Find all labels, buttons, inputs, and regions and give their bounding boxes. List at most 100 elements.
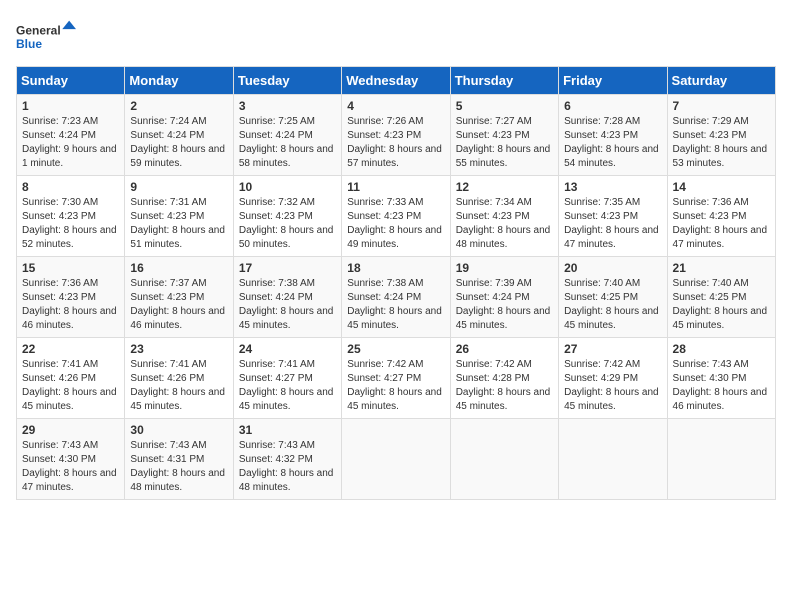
day-number: 20 (564, 261, 661, 275)
calendar-cell (342, 419, 450, 500)
logo: General Blue (16, 16, 76, 56)
day-info: Sunrise: 7:41 AMSunset: 4:27 PMDaylight:… (239, 359, 334, 412)
calendar-cell: 20 Sunrise: 7:40 AMSunset: 4:25 PMDayligh… (559, 257, 667, 338)
day-number: 7 (673, 99, 770, 113)
svg-text:General: General (16, 23, 61, 37)
day-info: Sunrise: 7:23 AMSunset: 4:24 PMDaylight:… (22, 116, 117, 169)
calendar-week-4: 22 Sunrise: 7:41 AMSunset: 4:26 PMDayligh… (17, 338, 776, 419)
header-monday: Monday (125, 67, 233, 95)
day-number: 1 (22, 99, 119, 113)
calendar-cell: 22 Sunrise: 7:41 AMSunset: 4:26 PMDayligh… (17, 338, 125, 419)
day-number: 14 (673, 180, 770, 194)
day-info: Sunrise: 7:42 AMSunset: 4:28 PMDaylight:… (456, 359, 551, 412)
calendar-cell: 7 Sunrise: 7:29 AMSunset: 4:23 PMDaylight… (667, 95, 775, 176)
calendar-cell: 18Sunrise: 7:38 AMSunset: 4:24 PMDayligh… (342, 257, 450, 338)
day-info: Sunrise: 7:29 AMSunset: 4:23 PMDaylight:… (673, 116, 768, 169)
calendar-cell: 23 Sunrise: 7:41 AMSunset: 4:26 PMDayligh… (125, 338, 233, 419)
day-number: 8 (22, 180, 119, 194)
day-info: Sunrise: 7:26 AMSunset: 4:23 PMDaylight:… (347, 116, 442, 169)
day-number: 15 (22, 261, 119, 275)
calendar-cell: 19Sunrise: 7:39 AMSunset: 4:24 PMDayligh… (450, 257, 558, 338)
calendar-cell: 15 Sunrise: 7:36 AMSunset: 4:23 PMDayligh… (17, 257, 125, 338)
day-number: 13 (564, 180, 661, 194)
header: General Blue (16, 16, 776, 56)
calendar-cell: 4 Sunrise: 7:26 AMSunset: 4:23 PMDaylight… (342, 95, 450, 176)
day-number: 3 (239, 99, 336, 113)
day-number: 17 (239, 261, 336, 275)
day-number: 4 (347, 99, 444, 113)
calendar-cell: 2 Sunrise: 7:24 AMSunset: 4:24 PMDaylight… (125, 95, 233, 176)
header-tuesday: Tuesday (233, 67, 341, 95)
calendar-cell: 17 Sunrise: 7:38 AMSunset: 4:24 PMDayligh… (233, 257, 341, 338)
calendar-cell (450, 419, 558, 500)
day-number: 31 (239, 423, 336, 437)
calendar-cell: 10Sunrise: 7:32 AMSunset: 4:23 PMDayligh… (233, 176, 341, 257)
calendar-cell: 13 Sunrise: 7:35 AMSunset: 4:23 PMDayligh… (559, 176, 667, 257)
day-info: Sunrise: 7:42 AMSunset: 4:29 PMDaylight:… (564, 359, 659, 412)
day-number: 2 (130, 99, 227, 113)
calendar-week-1: 1 Sunrise: 7:23 AMSunset: 4:24 PMDaylight… (17, 95, 776, 176)
calendar-cell: 14 Sunrise: 7:36 AMSunset: 4:23 PMDayligh… (667, 176, 775, 257)
day-info: Sunrise: 7:43 AMSunset: 4:32 PMDaylight:… (239, 440, 334, 493)
svg-text:Blue: Blue (16, 37, 42, 51)
day-number: 23 (130, 342, 227, 356)
day-info: Sunrise: 7:24 AMSunset: 4:24 PMDaylight:… (130, 116, 225, 169)
calendar-cell: 5 Sunrise: 7:27 AMSunset: 4:23 PMDaylight… (450, 95, 558, 176)
day-number: 18 (347, 261, 444, 275)
day-info: Sunrise: 7:38 AMSunset: 4:24 PMDaylight:… (239, 278, 334, 331)
day-info: Sunrise: 7:34 AMSunset: 4:23 PMDaylight:… (456, 197, 551, 250)
header-thursday: Thursday (450, 67, 558, 95)
day-number: 22 (22, 342, 119, 356)
day-number: 27 (564, 342, 661, 356)
calendar-week-5: 29Sunrise: 7:43 AMSunset: 4:30 PMDayligh… (17, 419, 776, 500)
calendar-cell: 28Sunrise: 7:43 AMSunset: 4:30 PMDayligh… (667, 338, 775, 419)
day-info: Sunrise: 7:43 AMSunset: 4:31 PMDaylight:… (130, 440, 225, 493)
day-number: 28 (673, 342, 770, 356)
day-info: Sunrise: 7:32 AMSunset: 4:23 PMDaylight:… (239, 197, 334, 250)
day-number: 29 (22, 423, 119, 437)
day-info: Sunrise: 7:25 AMSunset: 4:24 PMDaylight:… (239, 116, 334, 169)
day-info: Sunrise: 7:41 AMSunset: 4:26 PMDaylight:… (22, 359, 117, 412)
calendar-cell: 12Sunrise: 7:34 AMSunset: 4:23 PMDayligh… (450, 176, 558, 257)
calendar-cell: 11 Sunrise: 7:33 AMSunset: 4:23 PMDayligh… (342, 176, 450, 257)
calendar-cell (667, 419, 775, 500)
day-info: Sunrise: 7:40 AMSunset: 4:25 PMDaylight:… (564, 278, 659, 331)
calendar-cell: 1 Sunrise: 7:23 AMSunset: 4:24 PMDaylight… (17, 95, 125, 176)
calendar-cell (559, 419, 667, 500)
day-info: Sunrise: 7:28 AMSunset: 4:23 PMDaylight:… (564, 116, 659, 169)
day-info: Sunrise: 7:33 AMSunset: 4:23 PMDaylight:… (347, 197, 442, 250)
day-number: 25 (347, 342, 444, 356)
calendar-cell: 31 Sunrise: 7:43 AMSunset: 4:32 PMDayligh… (233, 419, 341, 500)
header-wednesday: Wednesday (342, 67, 450, 95)
calendar-week-2: 8 Sunrise: 7:30 AMSunset: 4:23 PMDaylight… (17, 176, 776, 257)
day-number: 11 (347, 180, 444, 194)
logo-svg: General Blue (16, 16, 76, 56)
calendar-cell: 3 Sunrise: 7:25 AMSunset: 4:24 PMDaylight… (233, 95, 341, 176)
day-info: Sunrise: 7:36 AMSunset: 4:23 PMDaylight:… (22, 278, 117, 331)
day-number: 24 (239, 342, 336, 356)
day-number: 9 (130, 180, 227, 194)
day-info: Sunrise: 7:36 AMSunset: 4:23 PMDaylight:… (673, 197, 768, 250)
calendar-week-3: 15 Sunrise: 7:36 AMSunset: 4:23 PMDayligh… (17, 257, 776, 338)
calendar: SundayMondayTuesdayWednesdayThursdayFrid… (16, 66, 776, 500)
day-number: 26 (456, 342, 553, 356)
day-number: 16 (130, 261, 227, 275)
day-info: Sunrise: 7:42 AMSunset: 4:27 PMDaylight:… (347, 359, 442, 412)
calendar-cell: 9Sunrise: 7:31 AMSunset: 4:23 PMDaylight… (125, 176, 233, 257)
day-info: Sunrise: 7:37 AMSunset: 4:23 PMDaylight:… (130, 278, 225, 331)
calendar-cell: 16 Sunrise: 7:37 AMSunset: 4:23 PMDayligh… (125, 257, 233, 338)
day-info: Sunrise: 7:30 AMSunset: 4:23 PMDaylight:… (22, 197, 117, 250)
calendar-cell: 6Sunrise: 7:28 AMSunset: 4:23 PMDaylight… (559, 95, 667, 176)
day-number: 5 (456, 99, 553, 113)
calendar-header-row: SundayMondayTuesdayWednesdayThursdayFrid… (17, 67, 776, 95)
day-info: Sunrise: 7:41 AMSunset: 4:26 PMDaylight:… (130, 359, 225, 412)
calendar-cell: 26 Sunrise: 7:42 AMSunset: 4:28 PMDayligh… (450, 338, 558, 419)
day-info: Sunrise: 7:35 AMSunset: 4:23 PMDaylight:… (564, 197, 659, 250)
header-sunday: Sunday (17, 67, 125, 95)
calendar-cell: 27 Sunrise: 7:42 AMSunset: 4:29 PMDayligh… (559, 338, 667, 419)
header-friday: Friday (559, 67, 667, 95)
day-info: Sunrise: 7:27 AMSunset: 4:23 PMDaylight:… (456, 116, 551, 169)
day-number: 30 (130, 423, 227, 437)
calendar-cell: 29Sunrise: 7:43 AMSunset: 4:30 PMDayligh… (17, 419, 125, 500)
day-number: 21 (673, 261, 770, 275)
